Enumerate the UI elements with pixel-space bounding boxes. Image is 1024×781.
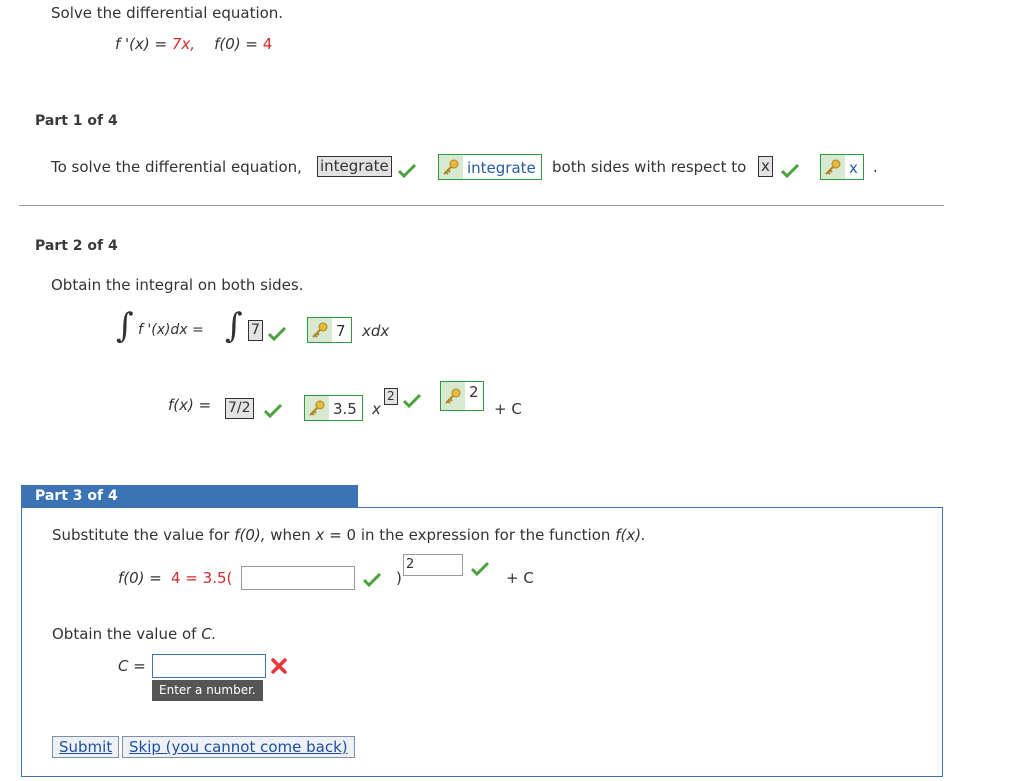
key-icon xyxy=(305,396,329,420)
plus-c: + C xyxy=(494,400,522,418)
check-icon xyxy=(403,394,421,408)
key-answer-exp: 2 xyxy=(440,381,484,411)
skip-button[interactable]: Skip (you cannot come back) xyxy=(122,736,355,758)
key-icon xyxy=(441,382,465,410)
input-tooltip: Enter a number. xyxy=(152,680,263,701)
key-answer-coef: 7 xyxy=(307,317,352,343)
check-icon xyxy=(363,573,381,587)
part2-instruction: Obtain the integral on both sides. xyxy=(51,276,304,294)
integrand-lhs: f '(x)dx = xyxy=(138,322,204,338)
part2-answer-exp: 2 xyxy=(384,386,398,405)
check-icon xyxy=(268,327,286,341)
error-x-icon xyxy=(271,658,287,674)
integrand-rhs: xdx xyxy=(362,322,390,340)
sub-red: 4 = 3.5( xyxy=(171,569,233,587)
part1-answer-integrate: integrate xyxy=(317,156,392,177)
plus-c-part3: + C xyxy=(506,569,534,587)
part1-label: Part 1 of 4 xyxy=(35,113,118,129)
key-icon xyxy=(439,155,463,179)
part1-answer-x: x xyxy=(758,156,773,177)
fx-label: f(x) = xyxy=(168,396,212,414)
check-icon xyxy=(264,404,282,418)
section-divider xyxy=(19,205,944,206)
integral-sign-lhs: ∫ xyxy=(116,306,134,346)
obtain-c-text: Obtain the value of C. xyxy=(52,625,217,643)
key-answer-frac: 3.5 xyxy=(304,395,363,421)
check-icon xyxy=(781,164,799,178)
check-icon xyxy=(398,164,416,178)
part3-instruction: Substitute the value for f(0), when x = … xyxy=(52,526,646,544)
part1-text-mid: both sides with respect to xyxy=(552,158,747,176)
submit-button[interactable]: Submit xyxy=(52,736,120,758)
part1-text-end: . xyxy=(873,158,878,176)
key-answer-x: x xyxy=(820,154,864,180)
substitution-input[interactable] xyxy=(241,566,355,590)
key-answer-integrate: integrate xyxy=(438,154,542,180)
part2-answer-frac: 7/2 xyxy=(225,398,254,419)
part3-tab: Part 3 of 4 xyxy=(21,485,358,507)
sub-lhs: f(0) = xyxy=(118,569,162,587)
x-variable: x xyxy=(372,400,381,418)
part2-label: Part 2 of 4 xyxy=(35,238,118,254)
check-icon xyxy=(471,562,489,576)
problem-instruction: Solve the differential equation. xyxy=(51,4,284,22)
part2-answer-coef: 7 xyxy=(248,320,263,341)
exponent-box: 2 xyxy=(403,554,463,576)
key-icon xyxy=(308,318,332,342)
close-paren: ) xyxy=(396,569,402,587)
problem-equation: f '(x) = 7x, f(0) = 4 xyxy=(115,35,273,53)
part1-text-before: To solve the differential equation, xyxy=(51,158,302,176)
key-icon xyxy=(821,155,845,179)
c-value-input[interactable] xyxy=(152,654,266,678)
integral-sign-rhs: ∫ xyxy=(225,306,243,346)
c-label: C = xyxy=(118,657,146,675)
